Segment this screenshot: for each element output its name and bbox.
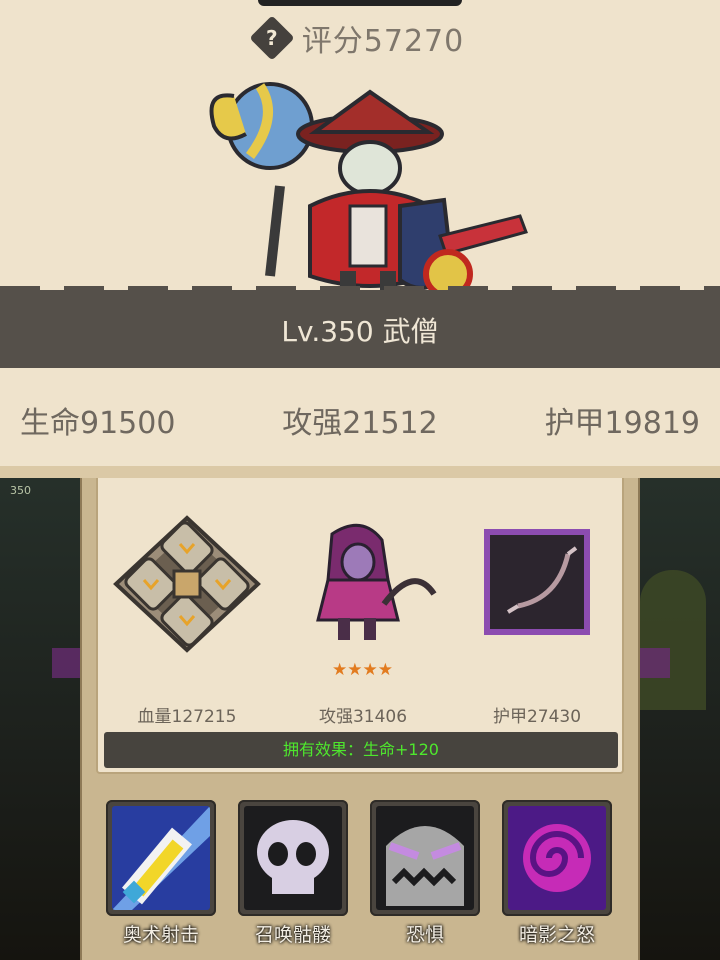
hero-info-panel: ? 评分57270 Lv.350 武僧 生命91500 攻强21512 护甲19… [0, 0, 720, 478]
score-text: 评分57270 [301, 24, 465, 59]
skill-bar [106, 800, 618, 916]
equipment-card-rune-shield[interactable]: 血量127215 [112, 514, 262, 727]
background-door [640, 570, 706, 710]
pet-hero-icon [316, 523, 437, 640]
shadow-rage-icon [508, 806, 606, 910]
equipment-label: 护甲27430 [492, 707, 582, 727]
skull-icon [244, 806, 342, 910]
fear-mask-icon [376, 806, 474, 910]
skill-label: 恐惧 [405, 924, 444, 946]
stat-armor: 护甲19819 [544, 406, 700, 441]
star-rating: ★★★★ [332, 660, 393, 680]
ownership-effect: 拥有效果：生命+120 [104, 732, 618, 768]
equipment-card-pet[interactable]: ★★★★ 攻强31406 [288, 514, 438, 727]
skill-summon-skeleton[interactable] [238, 800, 348, 916]
hero-level-title: Lv.350 武僧 [281, 315, 439, 348]
skill-label: 奥术射击 [122, 924, 199, 946]
equipment-inner: 血量127215 ★★★★ 攻强31406 护甲27430 拥有效果：生命+12… [96, 478, 624, 774]
stat-hp: 生命91500 [20, 406, 176, 441]
skill-fear[interactable] [370, 800, 480, 916]
equipment-card-bow[interactable]: 护甲27430 [462, 514, 612, 727]
skill-shadow-rage[interactable] [502, 800, 612, 916]
skill-label: 暗影之怒 [518, 924, 595, 946]
top-bar [258, 0, 462, 6]
equipment-label: 攻强31406 [318, 707, 408, 727]
rune-shield-icon [113, 515, 261, 653]
skill-label: 召唤骷髅 [254, 924, 331, 946]
hero-stats: 生命91500 攻强21512 护甲19819 [0, 398, 720, 442]
equipment-panel: 血量127215 ★★★★ 攻强31406 护甲27430 拥有效果：生命+12… [80, 478, 640, 960]
purple-bow-icon [484, 529, 590, 635]
score-row: ? 评分57270 [0, 15, 720, 61]
equipment-label: 血量127215 [137, 707, 237, 727]
help-icon[interactable]: ? [249, 15, 295, 61]
skill-arcane-shot[interactable] [106, 800, 216, 916]
background-level-tag: 350 [10, 484, 31, 497]
stat-attack: 攻强21512 [282, 406, 438, 441]
level-band: Lv.350 武僧 [0, 286, 720, 368]
panel-edge [0, 466, 720, 478]
hero-character-image [209, 82, 528, 299]
arcane-shot-icon [112, 806, 210, 910]
